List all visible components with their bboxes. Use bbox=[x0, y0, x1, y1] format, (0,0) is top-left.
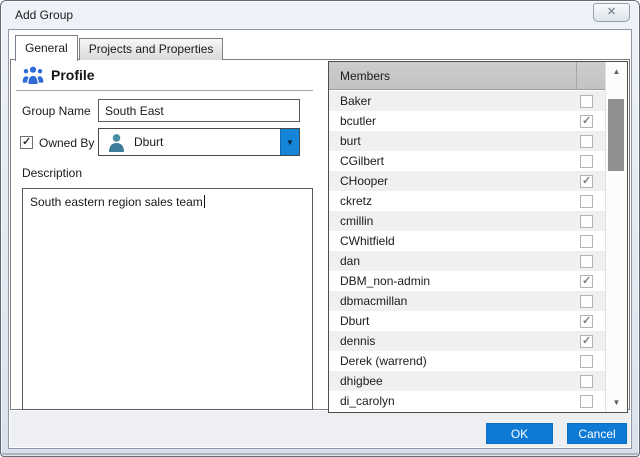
dialog-footer: OK Cancel bbox=[10, 411, 630, 447]
member-row[interactable]: dan bbox=[329, 251, 605, 271]
cancel-button[interactable]: Cancel bbox=[567, 423, 627, 444]
member-name: dan bbox=[340, 254, 361, 268]
member-checkbox[interactable] bbox=[580, 114, 593, 128]
vertical-scrollbar[interactable]: ▲ ▼ bbox=[605, 62, 627, 412]
member-name: CWhitfield bbox=[340, 234, 395, 248]
owner-dropdown[interactable]: Dburt ▼ bbox=[98, 128, 300, 156]
member-name: CHooper bbox=[340, 174, 389, 188]
member-row[interactable]: Dburt bbox=[329, 311, 605, 331]
tab-general[interactable]: General bbox=[15, 35, 78, 61]
member-name: dbmacmillan bbox=[340, 294, 408, 308]
member-name: Baker bbox=[340, 94, 372, 108]
description-label: Description bbox=[22, 166, 83, 180]
member-checkbox[interactable] bbox=[580, 254, 593, 268]
column-separator bbox=[576, 62, 577, 89]
section-divider bbox=[16, 90, 313, 91]
scroll-up-icon: ▲ bbox=[612, 67, 621, 76]
member-name: ckretz bbox=[340, 194, 373, 208]
member-checkbox[interactable] bbox=[580, 174, 593, 188]
member-row[interactable]: ckretz bbox=[329, 191, 605, 211]
tab-projects-and-properties[interactable]: Projects and Properties bbox=[78, 38, 224, 60]
member-row[interactable]: dennis bbox=[329, 331, 605, 351]
tab-general-label: General bbox=[25, 41, 68, 55]
member-row[interactable]: CGilbert bbox=[329, 151, 605, 171]
member-checkbox[interactable] bbox=[580, 214, 593, 228]
member-name: dhigbee bbox=[340, 374, 383, 388]
member-checkbox[interactable] bbox=[580, 194, 593, 208]
member-name: Derek (warrend) bbox=[340, 354, 427, 368]
member-checkbox[interactable] bbox=[580, 354, 593, 368]
member-row[interactable]: cmillin bbox=[329, 211, 605, 231]
scroll-down-button[interactable]: ▼ bbox=[606, 394, 627, 411]
member-row[interactable]: Derek (warrend) bbox=[329, 351, 605, 371]
member-checkbox[interactable] bbox=[580, 394, 593, 408]
cancel-button-label: Cancel bbox=[578, 426, 616, 441]
group-name-input[interactable] bbox=[98, 99, 300, 122]
member-row[interactable]: dhigbee bbox=[329, 371, 605, 391]
title-bar[interactable]: Add Group ✕ bbox=[1, 1, 639, 29]
member-name: CGilbert bbox=[340, 154, 385, 168]
close-icon: ✕ bbox=[606, 6, 617, 18]
description-text: South eastern region sales team bbox=[30, 195, 203, 209]
member-checkbox[interactable] bbox=[580, 234, 593, 248]
member-checkbox[interactable] bbox=[580, 154, 593, 168]
general-tab-panel: Profile Group Name Owned By Dburt ▼ bbox=[10, 59, 630, 413]
chevron-down-icon: ▼ bbox=[286, 137, 294, 147]
member-name: dennis bbox=[340, 334, 376, 348]
scrollbar-thumb[interactable] bbox=[608, 99, 624, 171]
description-textarea[interactable]: South eastern region sales team bbox=[22, 188, 313, 410]
member-row[interactable]: di_carolyn bbox=[329, 391, 605, 411]
scroll-down-icon: ▼ bbox=[612, 398, 621, 407]
dialog-title: Add Group bbox=[15, 8, 74, 22]
member-name: burt bbox=[340, 134, 361, 148]
ok-button[interactable]: OK bbox=[486, 423, 553, 444]
member-row[interactable]: Baker bbox=[329, 91, 605, 111]
member-checkbox[interactable] bbox=[580, 134, 593, 148]
profile-section-header: Profile bbox=[22, 65, 95, 85]
member-row[interactable]: burt bbox=[329, 131, 605, 151]
group-name-label: Group Name bbox=[22, 104, 91, 118]
profile-heading: Profile bbox=[51, 67, 95, 83]
close-button[interactable]: ✕ bbox=[593, 3, 630, 22]
dropdown-button[interactable]: ▼ bbox=[280, 129, 299, 155]
members-list: Members Baker bcutler burt CGilbert CHoo… bbox=[328, 61, 628, 413]
members-column-header: Members bbox=[340, 68, 391, 83]
member-checkbox[interactable] bbox=[580, 374, 593, 388]
member-name: Dburt bbox=[340, 314, 370, 328]
owned-by-label: Owned By bbox=[39, 136, 95, 150]
member-checkbox[interactable] bbox=[580, 294, 593, 308]
members-rows: Baker bcutler burt CGilbert CHooper ckre… bbox=[329, 91, 605, 412]
text-caret bbox=[203, 195, 205, 208]
member-checkbox[interactable] bbox=[580, 334, 593, 348]
ok-button-label: OK bbox=[510, 426, 529, 441]
member-row[interactable]: dbmacmillan bbox=[329, 291, 605, 311]
person-icon bbox=[108, 133, 125, 152]
add-group-dialog: Add Group ✕ General Projects and Propert… bbox=[0, 0, 640, 457]
group-people-icon bbox=[22, 65, 44, 85]
owned-by-checkbox[interactable] bbox=[20, 135, 33, 149]
member-name: bcutler bbox=[340, 114, 377, 128]
member-name: di_carolyn bbox=[340, 394, 395, 408]
member-row[interactable]: CWhitfield bbox=[329, 231, 605, 251]
scroll-up-button[interactable]: ▲ bbox=[606, 63, 627, 80]
member-checkbox[interactable] bbox=[580, 94, 593, 108]
member-name: cmillin bbox=[340, 214, 374, 228]
member-name: DBM_non-admin bbox=[340, 274, 431, 288]
member-row[interactable]: DBM_non-admin bbox=[329, 271, 605, 291]
tab-strip: General Projects and Properties bbox=[15, 34, 224, 61]
member-checkbox[interactable] bbox=[580, 314, 593, 328]
dialog-client-area: General Projects and Properties Profile … bbox=[8, 29, 632, 449]
member-row[interactable]: CHooper bbox=[329, 171, 605, 191]
members-header: Members bbox=[329, 62, 605, 90]
member-row[interactable]: bcutler bbox=[329, 111, 605, 131]
member-checkbox[interactable] bbox=[580, 274, 593, 288]
tab-projects-label: Projects and Properties bbox=[88, 42, 214, 56]
owner-selected-value: Dburt bbox=[134, 135, 164, 149]
